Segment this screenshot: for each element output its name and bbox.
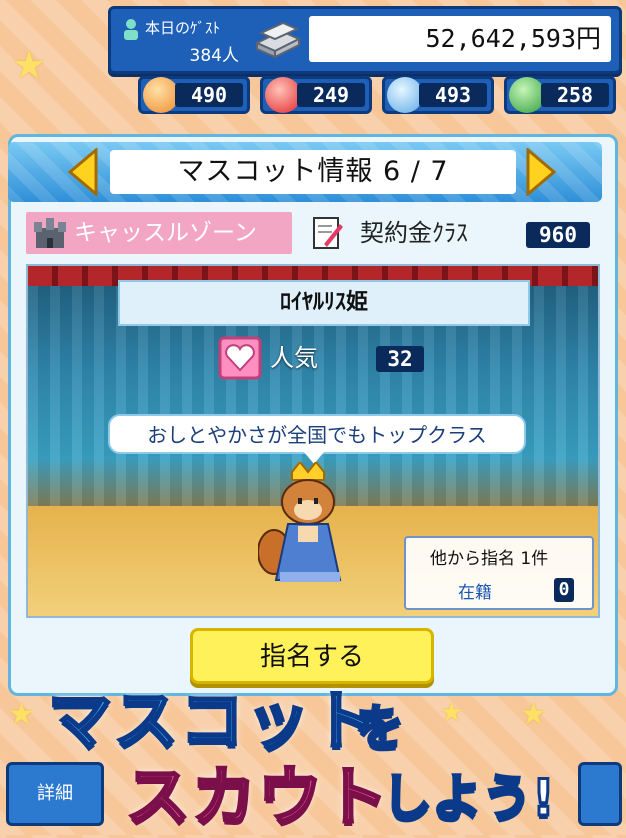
smile-orb-icon [143,77,179,113]
promo-line-2: スカウト [125,760,390,837]
gauge-value: 493 [419,83,487,107]
guest-count: 384人 [189,46,239,66]
gauge-water: 493 [382,76,494,114]
gauge-value: 490 [175,83,243,107]
person-icon [124,19,138,40]
zone-label: キャッスルゾーン [74,220,257,246]
gauge-leaf: 258 [504,76,616,114]
fee-value: 960 [526,222,590,248]
description-bubble: おしとやかさが全国でもトップクラス [108,414,526,454]
resource-gauges: 490 249 493 258 [138,76,618,116]
water-orb-icon [387,77,423,113]
next-arrow-icon[interactable] [524,148,558,196]
fee-label: 契約金ｸﾗｽ [360,219,468,247]
gauge-fire: 249 [260,76,372,114]
money-display: 52,642,593円 [309,16,611,62]
offers-label: 他から指名 1件 [430,549,549,569]
star-decoration-icon: ★ [520,697,547,732]
prev-arrow-icon[interactable] [66,148,100,196]
gauge-smile: 490 [138,76,250,114]
guest-counter: 本日のｹﾞｽﾄ 384人 [117,15,245,66]
castle-icon [34,218,66,248]
enrolled-value: 0 [554,578,574,602]
offer-info-box: 他から指名 1件 在籍 0 [404,536,594,610]
panel-title: マスコット情報 6 / 7 [110,150,516,194]
star-decoration-icon: ★ [440,698,464,728]
star-decoration-icon: ★ [12,43,47,87]
detail-button[interactable]: 詳細 [6,762,104,826]
gauge-value: 249 [297,83,365,107]
contract-pen-icon [313,217,343,249]
back-button[interactable] [578,762,622,826]
status-bar: 本日のｹﾞｽﾄ 384人 52,642,593円 [108,6,622,74]
silver-bar-icon [254,21,302,59]
heart-icon [218,336,262,380]
leaf-orb-icon [509,77,545,113]
fire-orb-icon [265,77,301,113]
guest-label: 本日のｹﾞｽﾄ [145,19,221,37]
promo-line-2-suffix: しよう! [381,768,557,829]
enrolled-label: 在籍 [458,583,492,603]
mascot-name: ﾛｲﾔﾙﾘｽ姫 [118,280,530,326]
zone-tag: キャッスルゾーン [26,212,292,254]
gauge-value: 258 [541,83,609,107]
star-decoration-icon: ★ [8,697,35,732]
popularity-value: 32 [376,346,424,372]
squirrel-princess-sprite [258,462,342,582]
popularity-label: 人気 [270,344,318,372]
